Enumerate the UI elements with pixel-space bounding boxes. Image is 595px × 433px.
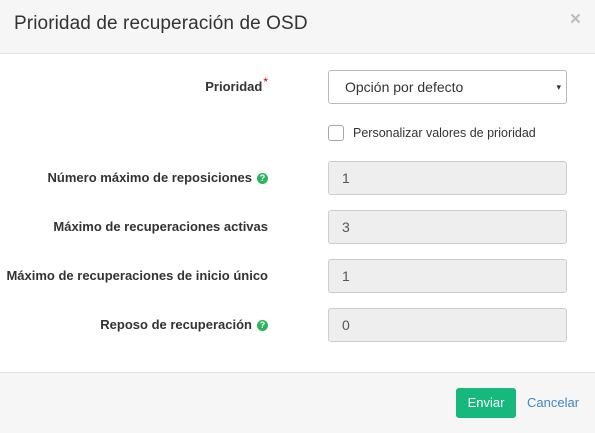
modal-dialog: Prioridad de recuperación de OSD × Prior… <box>0 0 595 433</box>
cancel-link[interactable]: Cancelar <box>527 388 579 418</box>
recovery-sleep-label-text: Reposo de recuperación <box>100 317 252 332</box>
customize-priority-label[interactable]: Personalizar valores de prioridad <box>353 125 536 142</box>
modal-header: Prioridad de recuperación de OSD × <box>0 0 595 54</box>
max-backfills-label-text: Número máximo de reposiciones <box>47 170 252 185</box>
max-single-start-recoveries-row: Máximo de recuperaciones de inicio único… <box>0 259 595 293</box>
max-backfills-input[interactable]: 1 <box>328 161 567 195</box>
chevron-down-icon: ▾ <box>556 82 561 92</box>
help-icon[interactable]: ? <box>257 320 268 331</box>
priority-label: Prioridad* <box>205 70 268 104</box>
max-active-recoveries-row: Máximo de recuperaciones activas 3 <box>0 210 595 244</box>
customize-priority-checkbox[interactable] <box>328 125 344 141</box>
help-icon[interactable]: ? <box>257 173 268 184</box>
modal-footer: Enviar Cancelar <box>0 372 595 433</box>
max-active-recoveries-label: Máximo de recuperaciones activas <box>53 219 268 234</box>
modal-title: Prioridad de recuperación de OSD <box>14 13 308 34</box>
priority-select-value: Opción por defecto <box>345 79 464 95</box>
max-active-recoveries-input[interactable]: 3 <box>328 210 567 244</box>
submit-button[interactable]: Enviar <box>456 388 516 418</box>
max-backfills-label: Número máximo de reposiciones? <box>48 161 268 195</box>
max-single-start-recoveries-value: 1 <box>342 268 350 284</box>
priority-label-text: Prioridad <box>205 79 263 94</box>
max-backfills-value: 1 <box>342 170 350 186</box>
priority-select[interactable]: Opción por defecto ▾ <box>328 70 567 104</box>
max-single-start-recoveries-input[interactable]: 1 <box>328 259 567 293</box>
recovery-sleep-label: Reposo de recuperación? <box>100 308 268 342</box>
close-icon[interactable]: × <box>570 10 581 29</box>
required-mark: * <box>263 75 268 89</box>
max-active-recoveries-value: 3 <box>342 219 350 235</box>
max-backfills-row: Número máximo de reposiciones? 1 <box>0 161 595 195</box>
recovery-sleep-input[interactable]: 0 <box>328 308 567 342</box>
max-single-start-recoveries-label: Máximo de recuperaciones de inicio único <box>6 268 268 283</box>
recovery-sleep-row: Reposo de recuperación? 0 <box>0 308 595 342</box>
recovery-sleep-value: 0 <box>342 317 350 333</box>
priority-row: Prioridad* Opción por defecto ▾ <box>0 70 595 104</box>
